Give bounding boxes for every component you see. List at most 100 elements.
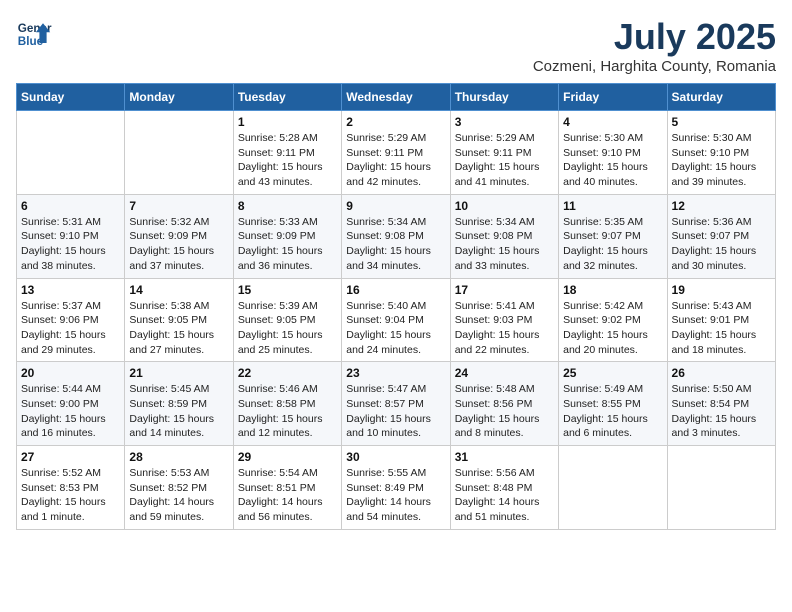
day-number: 30 bbox=[346, 450, 445, 464]
day-number: 29 bbox=[238, 450, 337, 464]
day-number: 6 bbox=[21, 199, 120, 213]
calendar-cell: 7 Sunrise: 5:32 AM Sunset: 9:09 PM Daylig… bbox=[125, 194, 233, 278]
calendar-cell: 27 Sunrise: 5:52 AM Sunset: 8:53 PM Dayli… bbox=[17, 446, 125, 530]
calendar-cell: 15 Sunrise: 5:39 AM Sunset: 9:05 PM Dayli… bbox=[233, 278, 341, 362]
calendar-cell: 3 Sunrise: 5:29 AM Sunset: 9:11 PM Daylig… bbox=[450, 111, 558, 195]
calendar-cell: 11 Sunrise: 5:35 AM Sunset: 9:07 PM Dayli… bbox=[559, 194, 667, 278]
calendar-cell bbox=[559, 446, 667, 530]
calendar-cell: 29 Sunrise: 5:54 AM Sunset: 8:51 PM Dayli… bbox=[233, 446, 341, 530]
day-number: 17 bbox=[455, 283, 554, 297]
day-info: Sunrise: 5:47 AM Sunset: 8:57 PM Dayligh… bbox=[346, 382, 445, 441]
calendar-week-row: 1 Sunrise: 5:28 AM Sunset: 9:11 PM Daylig… bbox=[17, 111, 776, 195]
day-info: Sunrise: 5:50 AM Sunset: 8:54 PM Dayligh… bbox=[672, 382, 771, 441]
day-number: 21 bbox=[129, 366, 228, 380]
day-info: Sunrise: 5:38 AM Sunset: 9:05 PM Dayligh… bbox=[129, 299, 228, 358]
day-number: 11 bbox=[563, 199, 662, 213]
calendar-cell: 8Sunrise: 5:33 AM Sunset: 9:09 PM Daylig… bbox=[233, 194, 341, 278]
day-number: 13 bbox=[21, 283, 120, 297]
calendar-cell: 24 Sunrise: 5:48 AM Sunset: 8:56 PM Dayli… bbox=[450, 362, 558, 446]
calendar-week-row: 6 Sunrise: 5:31 AM Sunset: 9:10 PM Daylig… bbox=[17, 194, 776, 278]
calendar-cell: 23Sunrise: 5:47 AM Sunset: 8:57 PM Dayli… bbox=[342, 362, 450, 446]
day-number: 14 bbox=[129, 283, 228, 297]
day-number: 24 bbox=[455, 366, 554, 380]
day-number: 3 bbox=[455, 115, 554, 129]
weekday-header: Friday bbox=[559, 84, 667, 111]
page-header: General Blue July 2025 Cozmeni, Harghita… bbox=[16, 16, 776, 75]
day-info: Sunrise: 5:49 AM Sunset: 8:55 PM Dayligh… bbox=[563, 382, 662, 441]
day-info: Sunrise: 5:54 AM Sunset: 8:51 PM Dayligh… bbox=[238, 466, 337, 525]
day-info: Sunrise: 5:40 AM Sunset: 9:04 PM Dayligh… bbox=[346, 299, 445, 358]
calendar-cell: 26 Sunrise: 5:50 AM Sunset: 8:54 PM Dayli… bbox=[667, 362, 775, 446]
day-info: Sunrise: 5:42 AM Sunset: 9:02 PM Dayligh… bbox=[563, 299, 662, 358]
day-info: Sunrise: 5:33 AM Sunset: 9:09 PM Dayligh… bbox=[238, 215, 337, 274]
day-number: 28 bbox=[129, 450, 228, 464]
weekday-header: Thursday bbox=[450, 84, 558, 111]
day-info: Sunrise: 5:48 AM Sunset: 8:56 PM Dayligh… bbox=[455, 382, 554, 441]
weekday-header: Monday bbox=[125, 84, 233, 111]
day-info: Sunrise: 5:36 AM Sunset: 9:07 PM Dayligh… bbox=[672, 215, 771, 274]
page-subtitle: Cozmeni, Harghita County, Romania bbox=[533, 58, 776, 75]
day-number: 25 bbox=[563, 366, 662, 380]
day-info: Sunrise: 5:31 AM Sunset: 9:10 PM Dayligh… bbox=[21, 215, 120, 274]
day-info: Sunrise: 5:56 AM Sunset: 8:48 PM Dayligh… bbox=[455, 466, 554, 525]
calendar-cell: 5 Sunrise: 5:30 AM Sunset: 9:10 PM Daylig… bbox=[667, 111, 775, 195]
day-number: 7 bbox=[129, 199, 228, 213]
day-number: 9 bbox=[346, 199, 445, 213]
day-number: 16 bbox=[346, 283, 445, 297]
calendar-cell: 9 Sunrise: 5:34 AM Sunset: 9:08 PM Daylig… bbox=[342, 194, 450, 278]
day-number: 15 bbox=[238, 283, 337, 297]
calendar-cell: 12Sunrise: 5:36 AM Sunset: 9:07 PM Dayli… bbox=[667, 194, 775, 278]
day-info: Sunrise: 5:43 AM Sunset: 9:01 PM Dayligh… bbox=[672, 299, 771, 358]
calendar-cell: 22 Sunrise: 5:46 AM Sunset: 8:58 PM Dayli… bbox=[233, 362, 341, 446]
calendar-cell bbox=[17, 111, 125, 195]
day-info: Sunrise: 5:29 AM Sunset: 9:11 PM Dayligh… bbox=[346, 131, 445, 190]
calendar-header-row: SundayMondayTuesdayWednesdayThursdayFrid… bbox=[17, 84, 776, 111]
page-title: July 2025 bbox=[533, 16, 776, 58]
calendar-cell: 10Sunrise: 5:34 AM Sunset: 9:08 PM Dayli… bbox=[450, 194, 558, 278]
day-info: Sunrise: 5:46 AM Sunset: 8:58 PM Dayligh… bbox=[238, 382, 337, 441]
calendar-cell: 28 Sunrise: 5:53 AM Sunset: 8:52 PM Dayli… bbox=[125, 446, 233, 530]
day-number: 10 bbox=[455, 199, 554, 213]
day-number: 1 bbox=[238, 115, 337, 129]
logo: General Blue bbox=[16, 16, 52, 52]
day-number: 26 bbox=[672, 366, 771, 380]
day-number: 22 bbox=[238, 366, 337, 380]
title-area: July 2025 Cozmeni, Harghita County, Roma… bbox=[533, 16, 776, 75]
calendar-cell: 21 Sunrise: 5:45 AM Sunset: 8:59 PM Dayli… bbox=[125, 362, 233, 446]
calendar-cell: 14 Sunrise: 5:38 AM Sunset: 9:05 PM Dayli… bbox=[125, 278, 233, 362]
calendar-cell bbox=[667, 446, 775, 530]
day-info: Sunrise: 5:53 AM Sunset: 8:52 PM Dayligh… bbox=[129, 466, 228, 525]
day-info: Sunrise: 5:28 AM Sunset: 9:11 PM Dayligh… bbox=[238, 131, 337, 190]
calendar-cell: 2 Sunrise: 5:29 AM Sunset: 9:11 PM Daylig… bbox=[342, 111, 450, 195]
calendar-cell: 1 Sunrise: 5:28 AM Sunset: 9:11 PM Daylig… bbox=[233, 111, 341, 195]
logo-icon: General Blue bbox=[16, 16, 52, 52]
calendar-cell: 20 Sunrise: 5:44 AM Sunset: 9:00 PM Dayli… bbox=[17, 362, 125, 446]
weekday-header: Saturday bbox=[667, 84, 775, 111]
calendar-cell bbox=[125, 111, 233, 195]
calendar-cell: 13Sunrise: 5:37 AM Sunset: 9:06 PM Dayli… bbox=[17, 278, 125, 362]
day-number: 31 bbox=[455, 450, 554, 464]
day-info: Sunrise: 5:30 AM Sunset: 9:10 PM Dayligh… bbox=[672, 131, 771, 190]
day-info: Sunrise: 5:39 AM Sunset: 9:05 PM Dayligh… bbox=[238, 299, 337, 358]
weekday-header: Tuesday bbox=[233, 84, 341, 111]
calendar-week-row: 13Sunrise: 5:37 AM Sunset: 9:06 PM Dayli… bbox=[17, 278, 776, 362]
day-number: 20 bbox=[21, 366, 120, 380]
calendar-cell: 31 Sunrise: 5:56 AM Sunset: 8:48 PM Dayli… bbox=[450, 446, 558, 530]
day-info: Sunrise: 5:52 AM Sunset: 8:53 PM Dayligh… bbox=[21, 466, 120, 525]
day-info: Sunrise: 5:29 AM Sunset: 9:11 PM Dayligh… bbox=[455, 131, 554, 190]
calendar-week-row: 27 Sunrise: 5:52 AM Sunset: 8:53 PM Dayli… bbox=[17, 446, 776, 530]
calendar-cell: 25 Sunrise: 5:49 AM Sunset: 8:55 PM Dayli… bbox=[559, 362, 667, 446]
day-number: 2 bbox=[346, 115, 445, 129]
day-number: 19 bbox=[672, 283, 771, 297]
calendar-cell: 16 Sunrise: 5:40 AM Sunset: 9:04 PM Dayli… bbox=[342, 278, 450, 362]
day-info: Sunrise: 5:44 AM Sunset: 9:00 PM Dayligh… bbox=[21, 382, 120, 441]
day-number: 5 bbox=[672, 115, 771, 129]
day-info: Sunrise: 5:41 AM Sunset: 9:03 PM Dayligh… bbox=[455, 299, 554, 358]
day-info: Sunrise: 5:32 AM Sunset: 9:09 PM Dayligh… bbox=[129, 215, 228, 274]
calendar-cell: 30Sunrise: 5:55 AM Sunset: 8:49 PM Dayli… bbox=[342, 446, 450, 530]
day-info: Sunrise: 5:35 AM Sunset: 9:07 PM Dayligh… bbox=[563, 215, 662, 274]
day-number: 27 bbox=[21, 450, 120, 464]
day-info: Sunrise: 5:45 AM Sunset: 8:59 PM Dayligh… bbox=[129, 382, 228, 441]
weekday-header: Wednesday bbox=[342, 84, 450, 111]
day-info: Sunrise: 5:34 AM Sunset: 9:08 PM Dayligh… bbox=[346, 215, 445, 274]
